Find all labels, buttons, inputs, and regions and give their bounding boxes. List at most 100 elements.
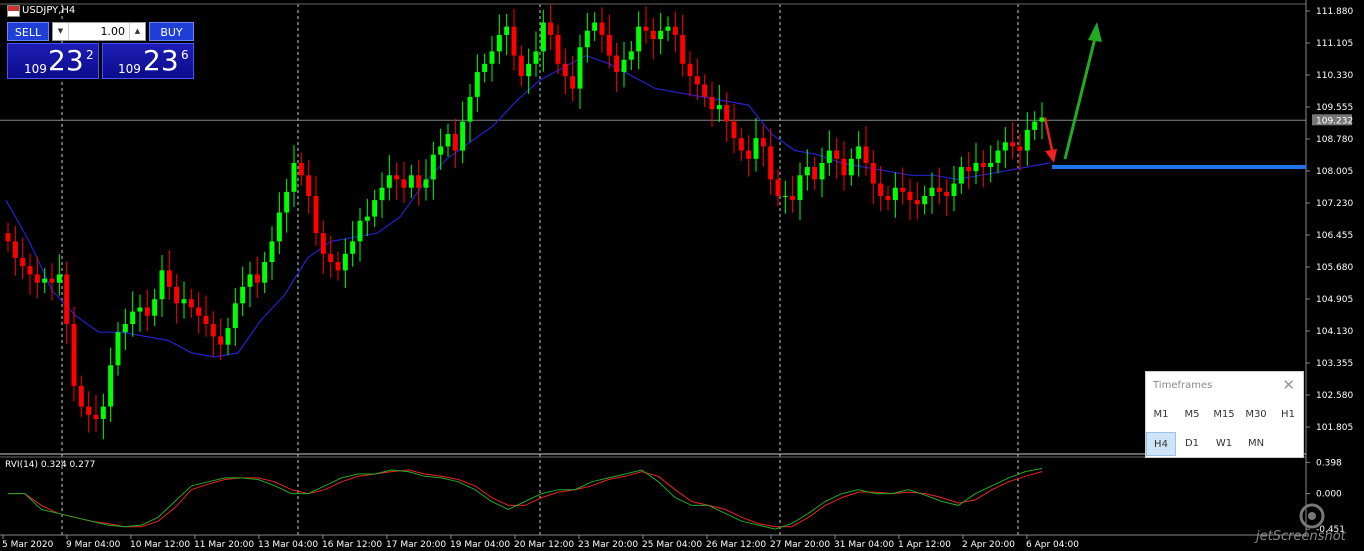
- bear-candle: [416, 175, 422, 188]
- volume-field[interactable]: ▼ 1.00 ▲: [52, 22, 146, 41]
- price-tick-label: 110.330: [1316, 71, 1353, 81]
- bull-candle: [526, 63, 532, 77]
- bull-candle: [474, 72, 480, 97]
- bull-candle: [467, 96, 473, 122]
- bull-candle: [130, 311, 136, 324]
- price-tick-label: 109.555: [1316, 103, 1353, 113]
- bear-candle: [34, 274, 40, 283]
- close-icon[interactable]: ✕: [1282, 376, 1295, 394]
- up-arrow-icon[interactable]: [1088, 22, 1102, 42]
- timeframe-m1[interactable]: M1: [1146, 403, 1176, 427]
- bear-candle: [12, 241, 18, 258]
- volume-value[interactable]: 1.00: [101, 23, 126, 40]
- bull-candle: [276, 212, 282, 242]
- bear-candle: [328, 253, 334, 263]
- price-tick-label: 101.805: [1316, 423, 1353, 433]
- bear-candle: [760, 138, 766, 147]
- bear-candle: [966, 167, 972, 172]
- price-tick-label: 107.230: [1316, 199, 1353, 209]
- bear-candle: [738, 138, 744, 151]
- bear-candle: [687, 63, 693, 77]
- buy-price-prefix: 109: [118, 62, 141, 76]
- time-tick-label: 27 Mar 20:00: [770, 540, 830, 550]
- bear-candle: [606, 34, 612, 56]
- timeframe-h4[interactable]: H4: [1146, 432, 1176, 456]
- bull-candle: [504, 26, 510, 35]
- bear-candle: [452, 134, 458, 151]
- timeframe-mn[interactable]: MN: [1241, 432, 1271, 456]
- time-tick-label: 16 Mar 12:00: [322, 540, 382, 550]
- down-arrow-icon[interactable]: [1045, 149, 1057, 164]
- bear-candle: [562, 63, 568, 77]
- bear-candle: [900, 187, 906, 192]
- bear-candle: [166, 270, 172, 287]
- bull-candle: [856, 146, 862, 159]
- bear-candle: [790, 195, 796, 201]
- bull-candle: [533, 51, 539, 64]
- sell-price-prefix: 109: [24, 62, 47, 76]
- bull-candle: [584, 30, 590, 48]
- bear-candle: [614, 55, 620, 73]
- time-tick-label: 11 Mar 20:00: [194, 540, 254, 550]
- bull-candle: [284, 191, 290, 213]
- buy-price-sup: 6: [181, 48, 189, 62]
- timeframe-h1[interactable]: H1: [1273, 403, 1303, 427]
- bull-candle: [423, 179, 429, 188]
- bull-candle: [628, 51, 634, 60]
- bull-candle: [496, 34, 502, 52]
- bull-candle: [797, 175, 803, 201]
- bull-candle: [782, 195, 788, 197]
- time-tick-label: 26 Mar 12:00: [706, 540, 766, 550]
- symbol-flag-icon: [7, 5, 20, 17]
- timeframes-panel: Timeframes ✕ M1 M5 M15 M30 H1 H4 D1 W1 M…: [1145, 371, 1304, 458]
- bear-candle: [570, 76, 576, 89]
- bull-candle: [247, 274, 253, 287]
- bull-candle: [482, 63, 488, 73]
- bull-candle: [137, 307, 143, 312]
- bull-candle: [372, 200, 378, 217]
- time-tick-label: 25 Mar 04:00: [642, 540, 702, 550]
- up-arrow-shaft[interactable]: [1063, 37, 1097, 160]
- bull-candle: [892, 187, 898, 201]
- bear-candle: [394, 175, 400, 180]
- price-tick-label: 104.130: [1316, 327, 1353, 337]
- bull-candle: [225, 328, 231, 345]
- sell-button[interactable]: SELL: [7, 22, 49, 41]
- sell-price-box[interactable]: 109 23 2: [7, 43, 99, 79]
- timeframe-d1[interactable]: D1: [1177, 432, 1207, 456]
- vertical-grid: [61, 4, 1019, 535]
- timeframe-m30[interactable]: M30: [1241, 403, 1271, 427]
- bear-candle: [555, 34, 561, 64]
- bull-candle: [386, 175, 392, 188]
- bear-candle: [511, 26, 517, 56]
- bull-candle: [1032, 121, 1038, 130]
- bull-candle: [988, 162, 994, 168]
- bull-candle: [357, 220, 363, 242]
- buy-price-box[interactable]: 109 23 6: [102, 43, 194, 79]
- time-tick-label: 6 Apr 04:00: [1026, 540, 1079, 550]
- bull-candle: [848, 158, 854, 176]
- bull-candle: [122, 323, 128, 333]
- timeframe-w1[interactable]: W1: [1209, 432, 1239, 456]
- down-arrow-shaft[interactable]: [1043, 117, 1055, 156]
- bear-candle: [775, 179, 781, 196]
- bull-candle: [922, 195, 928, 205]
- bear-candle: [78, 385, 84, 407]
- timeframe-m15[interactable]: M15: [1209, 403, 1239, 427]
- bear-candle: [401, 179, 407, 188]
- bear-candle: [870, 162, 876, 184]
- chart-canvas[interactable]: 111.880 111.105 110.330 109.555 108.780 108.0…: [0, 0, 1364, 551]
- buy-button[interactable]: BUY: [149, 22, 194, 41]
- volume-up-icon[interactable]: ▲: [129, 23, 145, 40]
- bear-candle: [944, 191, 950, 196]
- bull-candle: [56, 274, 62, 283]
- svg-text:109.232: 109.232: [1316, 116, 1353, 126]
- current-price-tag: 109.232: [1312, 114, 1353, 126]
- timeframe-m5[interactable]: M5: [1177, 403, 1207, 427]
- time-tick-label: 13 Mar 04:00: [258, 540, 318, 550]
- bear-candle: [863, 146, 869, 163]
- volume-down-icon[interactable]: ▼: [53, 23, 69, 40]
- bear-candle: [518, 55, 524, 77]
- bull-candle: [438, 146, 444, 155]
- bear-candle: [724, 105, 730, 122]
